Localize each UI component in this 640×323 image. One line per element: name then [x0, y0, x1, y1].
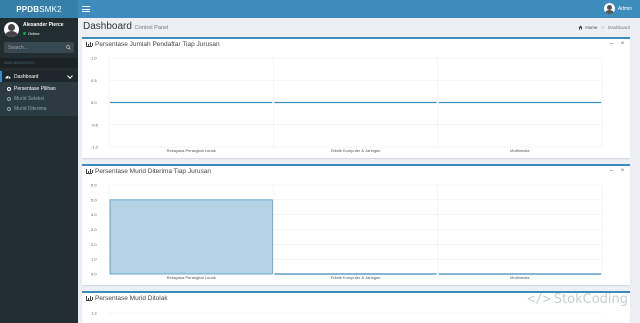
x-tick-label: Multimedia	[510, 275, 530, 280]
y-tick-label: -1.0	[91, 145, 99, 150]
box-title: Persentase Murid Ditolak	[95, 295, 168, 302]
logo-rest: SMK2	[39, 4, 62, 14]
sidebar-item-label: Murid Diterima	[14, 106, 47, 112]
user-panel: Alexander Pierce Online	[4, 21, 74, 39]
nav-header: MAIN NAVIGATION	[0, 58, 78, 68]
breadcrumb-home[interactable]: Home	[585, 25, 597, 30]
sidebar-item-label: Persentase Pilihan	[14, 86, 56, 92]
x-tick-label: Rekayasa Perangkat Lunak	[167, 148, 216, 153]
user-name: Alexander Pierce	[23, 22, 64, 28]
close-button[interactable]: ×	[620, 41, 625, 48]
sidebar-item-persentase-pilihan[interactable]: Persentase Pilihan	[0, 84, 78, 94]
avatar	[4, 22, 19, 37]
page-title-text: Dashboard	[83, 21, 132, 32]
y-tick-label: 1.0	[91, 56, 97, 61]
bar-chart-icon	[86, 42, 93, 47]
watermark: </> StokCoding	[527, 292, 628, 307]
chart-diterima: 6.0 5.0 4.0 3.0 2.0 1.0 0.0 Rekayasa Perangkat …	[91, 183, 603, 280]
sidebar-item-label: Murid Seleksi	[14, 96, 45, 102]
breadcrumb: Home > Dashboard	[578, 25, 630, 30]
circle-icon	[7, 87, 11, 91]
collapse-button[interactable]: –	[609, 41, 614, 48]
circle-icon	[7, 97, 11, 101]
bar-chart-icon	[86, 296, 93, 301]
sidebar-item-murid-diterima[interactable]: Murid Diterima	[0, 104, 78, 114]
chart-pendaftar: 1.0 0.5 0.0 -0.5 -1.0 Rekayasa Perangkat Luna…	[91, 56, 603, 153]
page-title: Dashboard Control Panel	[83, 21, 168, 32]
y-tick-label: 5.0	[91, 197, 97, 202]
code-bracket-icon: </>	[527, 292, 551, 307]
top-navbar: Admin	[78, 0, 640, 18]
app-logo[interactable]: PPDB SMK2	[0, 0, 78, 18]
chart-box-diterima: Persentase Murid Diterima Tiap Jurusan –…	[82, 164, 630, 285]
home-icon	[578, 25, 583, 30]
y-tick-label: 4.0	[91, 212, 97, 217]
y-tick-label: 2.0	[91, 242, 97, 247]
box-tools: – ×	[609, 41, 625, 48]
sidebar: Alexander Pierce Online MAIN NAVIGATION …	[0, 18, 78, 323]
y-tick-label: 0.5	[91, 78, 97, 83]
search-input[interactable]	[4, 42, 62, 53]
circle-icon	[7, 107, 11, 111]
y-tick-label: 1.2	[91, 311, 97, 316]
content-header: Dashboard Control Panel Home > Dashboard	[78, 18, 640, 36]
box-header: Persentase Jumlah Pendaftar Tiap Jurusan…	[82, 39, 630, 50]
box-header: Persentase Murid Diterima Tiap Jurusan –…	[82, 166, 630, 177]
sidebar-search	[4, 42, 74, 53]
user-status: Online	[23, 31, 40, 36]
y-tick-label: 0.0	[91, 272, 97, 277]
y-tick-label: 1.0	[91, 257, 97, 262]
y-tick-label: -0.5	[91, 122, 99, 127]
chart-bar	[109, 199, 273, 275]
user-status-label: Online	[28, 31, 40, 36]
breadcrumb-current: Dashboard	[607, 25, 630, 30]
y-tick-label: 0.0	[91, 100, 97, 105]
y-tick-label: 6.0	[91, 183, 97, 188]
dashboard-icon	[5, 75, 11, 79]
x-tick-label: Rekayasa Perangkat Lunak	[167, 275, 216, 280]
y-tick-label: 3.0	[91, 227, 97, 232]
logo-bold: PPDB	[16, 4, 40, 14]
box-title: Persentase Jumlah Pendaftar Tiap Jurusan	[95, 41, 220, 48]
close-button[interactable]: ×	[620, 168, 625, 175]
sidebar-item-murid-seleksi[interactable]: Murid Seleksi	[0, 94, 78, 104]
x-tick-label: Teknik Komputer & Jaringan	[330, 275, 380, 280]
sidebar-item-dashboard[interactable]: Dashboard	[0, 71, 78, 82]
x-tick-label: Teknik Komputer & Jaringan	[330, 148, 380, 153]
hamburger-icon[interactable]	[82, 5, 90, 13]
search-icon[interactable]	[66, 45, 71, 50]
chart-box-pendaftar: Persentase Jumlah Pendaftar Tiap Jurusan…	[82, 37, 630, 158]
sidebar-item-label: Dashboard	[14, 73, 39, 80]
watermark-text: StokCoding	[553, 292, 628, 307]
dashboard-submenu: Persentase Pilihan Murid Seleksi Murid D…	[0, 82, 78, 116]
user-avatar-icon	[603, 3, 615, 14]
chevron-down-icon	[67, 73, 73, 79]
x-tick-label: Multimedia	[510, 148, 530, 153]
box-title: Persentase Murid Diterima Tiap Jurusan	[95, 168, 211, 175]
bar-chart-icon	[86, 169, 93, 174]
breadcrumb-separator: >	[601, 25, 604, 30]
user-menu[interactable]: Admin	[603, 3, 632, 14]
user-menu-label: Admin	[617, 5, 632, 12]
page-subtitle: Control Panel	[134, 25, 169, 31]
box-tools: – ×	[609, 168, 625, 175]
collapse-button[interactable]: –	[609, 168, 614, 175]
online-dot-icon	[23, 32, 26, 35]
